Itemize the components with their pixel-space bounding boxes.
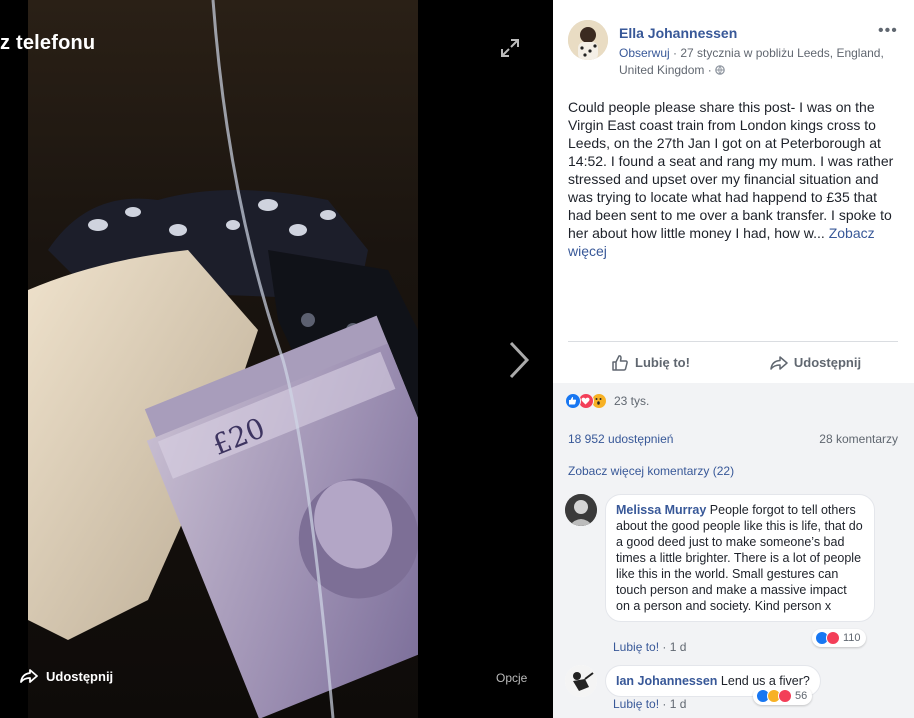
- comment-like-link[interactable]: Lubię to!: [613, 697, 659, 711]
- comment-reactions[interactable]: 56: [753, 687, 813, 705]
- commenter-name[interactable]: Ian Johannessen: [616, 674, 717, 688]
- reaction-count: 23 tys.: [614, 394, 650, 408]
- options-button[interactable]: Opcje: [496, 671, 527, 685]
- more-options-icon[interactable]: •••: [878, 22, 898, 40]
- chevron-right-icon: [509, 341, 530, 379]
- comment-reaction-count: 110: [843, 632, 861, 644]
- globe-icon: [715, 63, 725, 75]
- shares-count[interactable]: 18 952 udostępnień: [568, 432, 673, 446]
- reactions-summary[interactable]: 23 tys.: [565, 393, 649, 409]
- comment-reaction-count: 56: [795, 690, 808, 702]
- post-stats: 18 952 udostępnień 28 komentarzy: [568, 432, 898, 446]
- post-body: Could people please share this post- I w…: [568, 98, 903, 260]
- comment-like-link[interactable]: Lubię to!: [613, 640, 659, 654]
- comment-text: Lend us a fiver?: [717, 674, 810, 688]
- share-button[interactable]: Udostępnij: [733, 342, 898, 383]
- like-button[interactable]: Lubię to!: [568, 342, 733, 383]
- view-more-comments-link[interactable]: Zobacz więcej komentarzy (22): [568, 464, 734, 478]
- thumbs-up-icon: [612, 354, 628, 371]
- post-photo[interactable]: £20: [28, 0, 418, 718]
- post-body-text: Could people please share this post- I w…: [568, 99, 894, 241]
- comment-time: · 1 d: [659, 697, 687, 711]
- comment-time: · 1 d: [659, 640, 687, 654]
- love-reaction-icon: [826, 631, 840, 645]
- love-reaction-icon: [778, 689, 792, 703]
- post-actions: Lubię to! Udostępnij: [568, 341, 898, 383]
- photo-illustration: £20: [28, 0, 418, 718]
- commenter-avatar[interactable]: [565, 665, 597, 697]
- comment-reactions[interactable]: 110: [812, 629, 866, 647]
- follow-link[interactable]: Obserwuj: [619, 46, 670, 60]
- comment-item: Ian Johannessen Lend us a fiver? 56 Lubi…: [565, 665, 905, 718]
- author-avatar[interactable]: [568, 20, 608, 60]
- commenter-avatar[interactable]: [565, 494, 597, 526]
- comment-bubble: Melissa Murray People forgot to tell oth…: [605, 494, 875, 622]
- next-photo-arrow[interactable]: [506, 340, 532, 380]
- share-arrow-icon: [770, 355, 788, 370]
- comments-count[interactable]: 28 komentarzy: [819, 432, 898, 446]
- post-meta: Obserwuj · 27 stycznia w pobliżu Leeds, …: [619, 45, 904, 79]
- comment-text: People forgot to tell others about the g…: [616, 503, 863, 613]
- viewer-title: z telefonu: [0, 32, 96, 54]
- like-button-label: Lubię to!: [635, 355, 690, 370]
- post-panel: Ella Johannessen ••• Obserwuj · 27 stycz…: [553, 0, 914, 718]
- expand-icon[interactable]: [500, 38, 520, 58]
- share-arrow-icon: [20, 669, 38, 683]
- photo-share-label: Udostępnij: [46, 668, 114, 684]
- comment-meta: Lubię to! · 1 d: [613, 640, 686, 654]
- comment-meta: Lubię to! · 1 d: [613, 697, 686, 711]
- photo-share-button[interactable]: Udostępnij: [20, 668, 113, 684]
- share-button-label: Udostępnij: [793, 355, 862, 370]
- author-name[interactable]: Ella Johannessen: [619, 25, 737, 41]
- commenter-name[interactable]: Melissa Murray: [616, 503, 706, 517]
- photo-viewer: £20 z telefonu Udostępnij Opcje: [0, 0, 553, 718]
- comment-item: Melissa Murray People forgot to tell oth…: [565, 494, 905, 664]
- like-reaction-icon: [565, 393, 581, 409]
